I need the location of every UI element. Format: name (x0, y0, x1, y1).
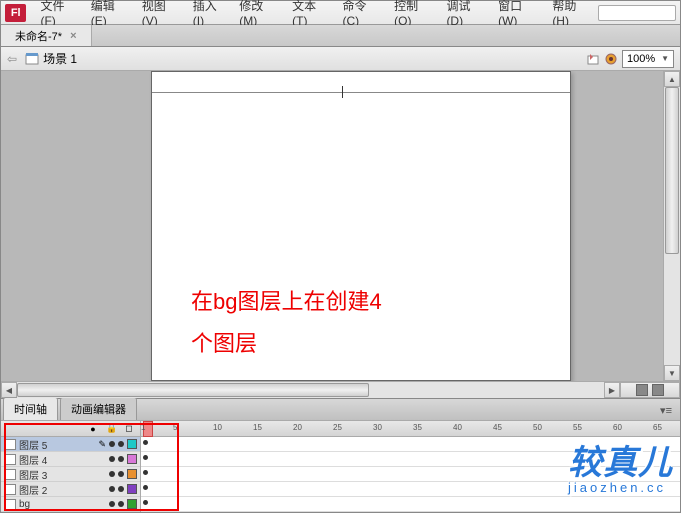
stage-tools (620, 382, 680, 398)
menu-bar: Fl 文件(F) 编辑(E) 视图(V) 插入(I) 修改(M) 文本(T) 命… (1, 1, 680, 25)
chevron-down-icon: ▼ (661, 54, 669, 63)
ruler-mark: 40 (453, 423, 462, 432)
layer-header: ● 🔒 ◻ (1, 421, 140, 437)
layer-icon (4, 499, 16, 510)
close-tab-icon[interactable]: × (70, 30, 76, 42)
scene-icon (25, 52, 39, 66)
tab-motion-editor[interactable]: 动画编辑器 (60, 397, 137, 420)
stage-ruler-line (152, 92, 570, 93)
lock-dot[interactable] (118, 456, 124, 462)
eye-icon[interactable]: ● (88, 424, 98, 434)
lock-dot[interactable] (118, 486, 124, 492)
layers-list: ● 🔒 ◻ 图层 5✎图层 4图层 3图层 2bg (1, 421, 141, 512)
color-swatch[interactable] (127, 469, 137, 479)
text-caret (342, 86, 343, 98)
pencil-icon: ✎ (98, 439, 106, 450)
layer-name[interactable]: bg (19, 499, 106, 510)
vertical-scrollbar[interactable]: ▲ ▼ (663, 71, 680, 381)
layer-row[interactable]: 图层 2 (1, 482, 140, 497)
ruler-mark: 45 (493, 423, 502, 432)
grip-icon[interactable] (652, 384, 664, 396)
scroll-thumb[interactable] (665, 87, 679, 254)
document-tab[interactable]: 未命名-7* × (1, 25, 92, 46)
stage-area[interactable]: 在bg图层上在创建4 个图层 (1, 71, 663, 381)
watermark: 较真儿 jiaozhen.cc (568, 435, 673, 495)
scroll-right-icon[interactable]: ▶ (604, 382, 620, 398)
keyframe[interactable] (143, 455, 148, 460)
zoom-select[interactable]: 100% ▼ (622, 50, 674, 68)
layer-icon (4, 484, 16, 495)
visibility-dot[interactable] (109, 501, 115, 507)
keyframe[interactable] (143, 485, 148, 490)
layer-name[interactable]: 图层 4 (19, 452, 106, 467)
zoom-value: 100% (627, 53, 655, 65)
scroll-track[interactable] (664, 87, 680, 365)
panel-menu-icon[interactable]: ▾≡ (652, 401, 680, 420)
back-icon[interactable]: ⇦ (7, 52, 17, 66)
ruler-mark: 30 (373, 423, 382, 432)
h-scroll-thumb[interactable] (17, 383, 369, 397)
symbol-icon[interactable] (604, 52, 618, 66)
keyframe[interactable] (143, 500, 148, 505)
scene-label: 场景 1 (43, 50, 77, 67)
layer-icon (4, 454, 16, 465)
grip-icon[interactable] (636, 384, 648, 396)
edit-scene-icon[interactable] (586, 52, 600, 66)
layer-name[interactable]: 图层 5 (19, 437, 95, 452)
layer-name[interactable]: 图层 2 (19, 482, 106, 497)
ruler-mark: 20 (293, 423, 302, 432)
h-scroll-track[interactable] (17, 382, 604, 398)
outline-icon[interactable]: ◻ (124, 423, 134, 434)
lock-icon[interactable]: 🔒 (106, 423, 116, 434)
visibility-dot[interactable] (109, 471, 115, 477)
tab-timeline[interactable]: 时间轴 (3, 397, 58, 420)
ruler-mark: 65 (653, 423, 662, 432)
search-field[interactable] (598, 5, 676, 21)
keyframe[interactable] (143, 470, 148, 475)
layer-row[interactable]: 图层 3 (1, 467, 140, 482)
visibility-dot[interactable] (109, 456, 115, 462)
ruler-mark: 35 (413, 423, 422, 432)
app-logo: Fl (5, 4, 26, 22)
lock-dot[interactable] (118, 471, 124, 477)
ruler-mark: 10 (213, 423, 222, 432)
layer-icon (4, 439, 16, 450)
ruler-mark: 25 (333, 423, 342, 432)
scene-bar: ⇦ 场景 1 100% ▼ (1, 47, 680, 71)
horizontal-scrollbar[interactable]: ◀ ▶ (1, 381, 680, 398)
color-swatch[interactable] (127, 439, 137, 449)
workspace: 在bg图层上在创建4 个图层 ▲ ▼ (1, 71, 680, 381)
color-swatch[interactable] (127, 484, 137, 494)
ruler-mark: 1 (141, 423, 145, 432)
layer-icon (4, 469, 16, 480)
ruler-mark: 15 (253, 423, 262, 432)
ruler-mark: 50 (533, 423, 542, 432)
color-swatch[interactable] (127, 454, 137, 464)
color-swatch[interactable] (127, 499, 137, 509)
annotation-text: 在bg图层上在创建4 个图层 (191, 281, 382, 365)
document-title: 未命名-7* (15, 28, 62, 44)
visibility-dot[interactable] (109, 441, 115, 447)
scroll-up-icon[interactable]: ▲ (664, 71, 680, 87)
layer-row[interactable]: bg (1, 497, 140, 512)
ruler-mark: 5 (173, 423, 177, 432)
keyframe[interactable] (143, 440, 148, 445)
lock-dot[interactable] (118, 441, 124, 447)
panel-tabs: 时间轴 动画编辑器 ▾≡ (1, 398, 680, 420)
scroll-down-icon[interactable]: ▼ (664, 365, 680, 381)
document-tabs: 未命名-7* × (1, 25, 680, 47)
ruler-mark: 60 (613, 423, 622, 432)
lock-dot[interactable] (118, 501, 124, 507)
layer-row[interactable]: 图层 5✎ (1, 437, 140, 452)
layer-name[interactable]: 图层 3 (19, 467, 106, 482)
layer-row[interactable]: 图层 4 (1, 452, 140, 467)
visibility-dot[interactable] (109, 486, 115, 492)
scroll-left-icon[interactable]: ◀ (1, 382, 17, 398)
ruler-mark: 55 (573, 423, 582, 432)
